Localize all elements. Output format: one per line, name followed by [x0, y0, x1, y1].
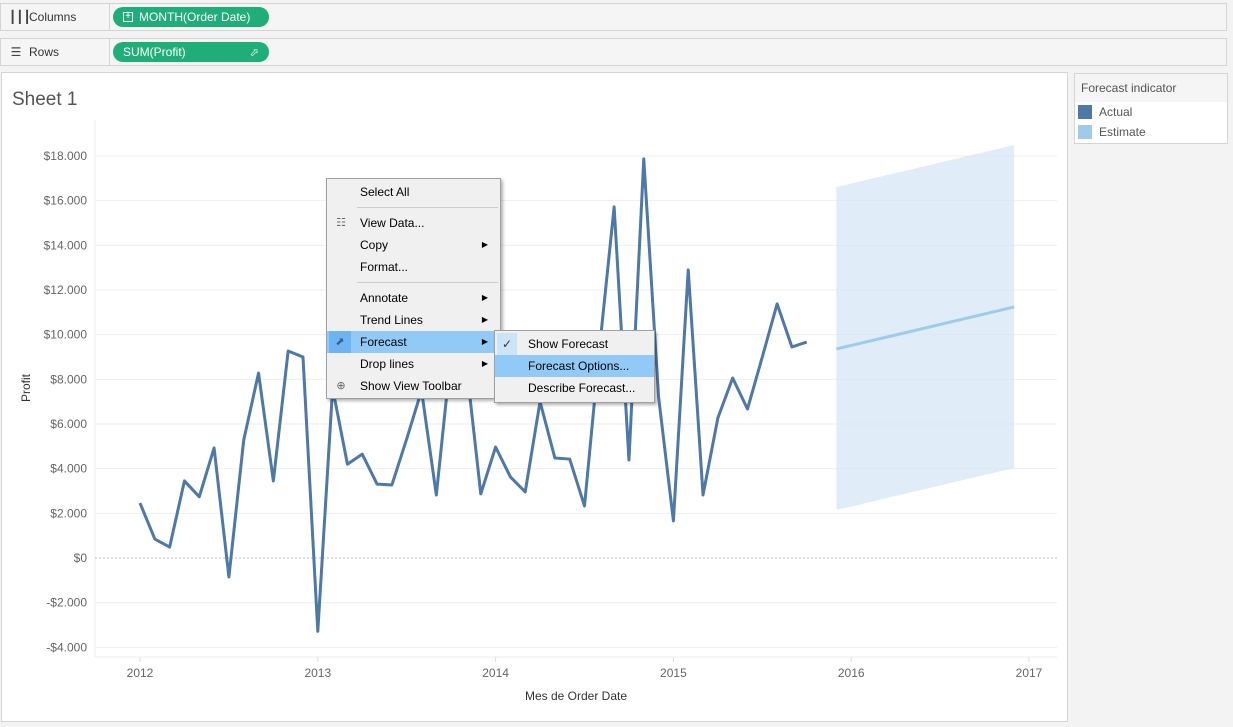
submenu-item-show-forecast[interactable]: ✓ Show Forecast — [495, 333, 654, 355]
y-tick-label: $8.000 — [50, 372, 87, 386]
y-tick-label: $10.000 — [44, 328, 88, 342]
menu-item-annotate[interactable]: Annotate ▶ — [327, 287, 500, 309]
x-tick-label: 2017 — [1016, 666, 1043, 680]
submenu-arrow-icon: ▶ — [481, 337, 488, 346]
y-tick-label: $12.000 — [44, 283, 88, 297]
y-tick-label: $6.000 — [50, 417, 87, 431]
context-menu: Select All ☷ View Data... Copy ▶ Format...… — [326, 178, 501, 399]
y-tick-label: $14.000 — [44, 238, 88, 252]
y-tick-label: $2.000 — [50, 506, 87, 520]
submenu-arrow-icon: ▶ — [481, 293, 488, 302]
legend-item-actual[interactable]: Actual — [1075, 102, 1227, 122]
legend-title: Forecast indicator — [1075, 74, 1227, 102]
y-tick-label: -$4.000 — [46, 640, 87, 654]
x-tick-label: 2013 — [304, 666, 331, 680]
menu-item-select-all[interactable]: Select All — [327, 181, 500, 203]
menu-item-copy[interactable]: Copy ▶ — [327, 234, 500, 256]
menu-separator — [357, 282, 498, 283]
forecast-submenu: ✓ Show Forecast Forecast Options... Descr… — [494, 330, 655, 403]
legend-swatch-actual — [1078, 105, 1092, 119]
y-tick-label: $0 — [74, 551, 88, 565]
menu-item-format[interactable]: Format... — [327, 256, 500, 278]
checkmark-icon: ✓ — [497, 333, 517, 355]
x-tick-label: 2014 — [482, 666, 509, 680]
submenu-arrow-icon: ▶ — [481, 240, 488, 249]
y-axis-label: Profit — [19, 373, 33, 402]
y-tick-label: $18.000 — [44, 149, 88, 163]
submenu-arrow-icon: ▶ — [481, 315, 488, 324]
legend-item-estimate[interactable]: Estimate — [1075, 122, 1227, 142]
menu-item-trend-lines[interactable]: Trend Lines ▶ — [327, 309, 500, 331]
y-tick-label: -$2.000 — [46, 596, 87, 610]
x-tick-label: 2015 — [660, 666, 687, 680]
menu-item-drop-lines[interactable]: Drop lines ▶ — [327, 353, 500, 375]
y-tick-label: $4.000 — [50, 462, 87, 476]
zoom-in-icon: ⊕ — [336, 380, 346, 392]
x-axis-label: Mes de Order Date — [525, 689, 627, 703]
forecast-arrow-icon: ⬈ — [329, 331, 351, 353]
menu-item-forecast[interactable]: ⬈ Forecast ▶ — [327, 331, 500, 353]
submenu-item-describe-forecast[interactable]: Describe Forecast... — [495, 377, 654, 399]
x-tick-label: 2012 — [127, 666, 154, 680]
legend-swatch-estimate — [1078, 125, 1092, 139]
forecast-legend: Forecast indicator Actual Estimate — [1074, 73, 1228, 144]
table-icon: ☷ — [336, 217, 346, 229]
submenu-arrow-icon: ▶ — [481, 359, 488, 368]
menu-item-show-view-toolbar[interactable]: ⊕ Show View Toolbar — [327, 375, 500, 397]
menu-item-view-data[interactable]: ☷ View Data... — [327, 212, 500, 234]
submenu-item-forecast-options[interactable]: Forecast Options... — [495, 355, 654, 377]
menu-separator — [357, 207, 498, 208]
y-tick-label: $16.000 — [44, 194, 88, 208]
x-tick-label: 2016 — [838, 666, 865, 680]
